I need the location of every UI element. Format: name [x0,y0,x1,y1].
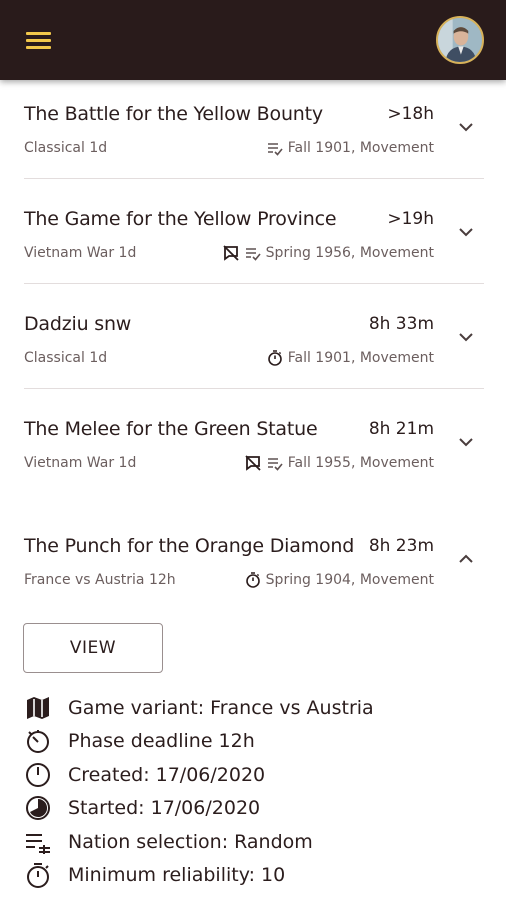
game-phase: Spring 1904, Movement [265,572,434,588]
detail-text: Minimum reliability: 10 [68,864,286,886]
game-row[interactable]: The Battle for the Yellow Bounty >18h Cl… [0,80,506,176]
divider [24,178,484,179]
chevron-down-icon[interactable] [455,116,477,138]
game-row[interactable]: The Game for the Yellow Province >19h Vi… [0,185,506,281]
detail-started: Started: 17/06/2020 [24,794,260,822]
detail-text: Started: 17/06/2020 [68,797,261,819]
game-title: The Battle for the Yellow Bounty [24,103,323,125]
stopwatch-icon [266,349,284,367]
nation-assignment-icon [266,454,284,472]
time-remaining: >18h [387,104,434,124]
time-remaining: 8h 33m [368,314,434,334]
game-title: The Punch for the Orange Diamond [24,535,355,557]
stopwatch-icon [244,571,262,589]
detail-phase-deadline: Phase deadline 12h [24,727,255,755]
time-remaining: 8h 21m [368,419,434,439]
timer-icon [24,727,52,755]
game-phase: Spring 1956, Movement [265,245,434,261]
detail-created: Created: 17/06/2020 [24,761,265,789]
nation-selection-icon [24,828,52,856]
map-icon [24,694,52,722]
detail-nation-selection: Nation selection: Random [24,828,313,856]
no-chat-icon [222,244,240,262]
chevron-down-icon[interactable] [455,326,477,348]
detail-text: Created: 17/06/2020 [68,764,266,786]
detail-text: Nation selection: Random [68,831,313,853]
game-phase: Fall 1955, Movement [287,455,434,471]
game-phase-meta: Fall 1901, Movement [266,139,434,157]
detail-text: Game variant: France vs Austria [68,697,374,719]
no-chat-icon [244,454,262,472]
nation-assignment-icon [244,244,262,262]
clock-icon [24,761,52,789]
stopwatch-icon [24,861,52,889]
game-row-expanded[interactable]: The Punch for the Orange Diamond 8h 23m … [0,512,506,608]
app-bar [0,0,506,80]
divider [24,283,484,284]
detail-game-variant: Game variant: France vs Austria [24,694,374,722]
game-phase-meta: Fall 1955, Movement [244,454,434,472]
progress-clock-icon [24,794,52,822]
game-phase-meta: Fall 1901, Movement [266,349,434,367]
game-phase-meta: Spring 1904, Movement [244,571,434,589]
chevron-down-icon[interactable] [455,431,477,453]
divider [24,388,484,389]
game-variant: Vietnam War 1d [24,245,137,261]
chevron-down-icon[interactable] [455,221,477,243]
game-title: The Game for the Yellow Province [24,208,337,230]
game-title: Dadziu snw [24,313,132,335]
game-variant: Classical 1d [24,350,108,366]
time-remaining: 8h 23m [368,536,434,556]
game-phase-meta: Spring 1956, Movement [222,244,434,262]
detail-minimum-reliability: Minimum reliability: 10 [24,861,285,889]
game-title: The Melee for the Green Statue [24,418,318,440]
game-row[interactable]: Dadziu snw 8h 33m Classical 1d Fall 1901… [0,290,506,386]
nation-assignment-icon [266,139,284,157]
view-button[interactable]: VIEW [23,623,163,673]
detail-text: Phase deadline 12h [68,730,255,752]
game-variant: Vietnam War 1d [24,455,137,471]
game-phase: Fall 1901, Movement [287,140,434,156]
user-avatar[interactable] [436,16,484,64]
time-remaining: >19h [387,209,434,229]
hamburger-menu-icon[interactable] [24,28,54,52]
chevron-up-icon[interactable] [455,548,477,570]
game-phase: Fall 1901, Movement [287,350,434,366]
game-variant: Classical 1d [24,140,108,156]
game-row[interactable]: The Melee for the Green Statue 8h 21m Vi… [0,395,506,491]
game-variant: France vs Austria 12h [24,572,176,588]
